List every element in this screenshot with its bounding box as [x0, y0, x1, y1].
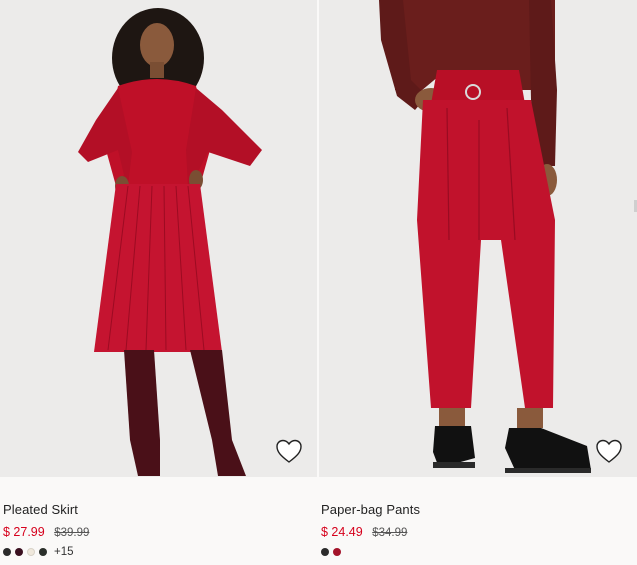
product-title[interactable]: Pleated Skirt [3, 502, 317, 518]
color-swatches: +15 [3, 546, 317, 558]
sale-price: $ 27.99 [3, 525, 45, 539]
color-swatch[interactable] [333, 548, 341, 556]
price-row: $ 24.49 $34.99 [321, 524, 637, 541]
heart-outline-icon [276, 439, 302, 463]
model-in-paper-bag-pants-image [319, 0, 637, 477]
product-grid: Pleated Skirt $ 27.99 $39.99 +15 Paper-b… [0, 0, 637, 565]
color-swatch[interactable] [321, 548, 329, 556]
product-image[interactable] [319, 0, 637, 477]
color-swatch[interactable] [15, 548, 23, 556]
product-card-pleated-skirt[interactable]: Pleated Skirt $ 27.99 $39.99 +15 [0, 0, 317, 558]
more-colors-count[interactable]: +15 [54, 546, 74, 558]
product-title[interactable]: Paper-bag Pants [321, 502, 637, 518]
favorite-button[interactable] [275, 438, 303, 464]
favorite-button[interactable] [595, 438, 623, 464]
color-swatch[interactable] [27, 548, 35, 556]
color-swatches [321, 546, 637, 558]
product-card-paper-bag-pants[interactable]: Paper-bag Pants $ 24.49 $34.99 [319, 0, 637, 558]
price-row: $ 27.99 $39.99 [3, 524, 317, 541]
model-in-pleated-skirt-image [0, 0, 317, 477]
product-image[interactable] [0, 0, 317, 477]
heart-outline-icon [596, 439, 622, 463]
color-swatch[interactable] [3, 548, 11, 556]
color-swatch[interactable] [39, 548, 47, 556]
product-info: Paper-bag Pants $ 24.49 $34.99 [319, 477, 637, 558]
original-price: $39.99 [54, 527, 90, 539]
original-price: $34.99 [372, 527, 408, 539]
product-info: Pleated Skirt $ 27.99 $39.99 +15 [0, 477, 317, 558]
sale-price: $ 24.49 [321, 525, 363, 539]
